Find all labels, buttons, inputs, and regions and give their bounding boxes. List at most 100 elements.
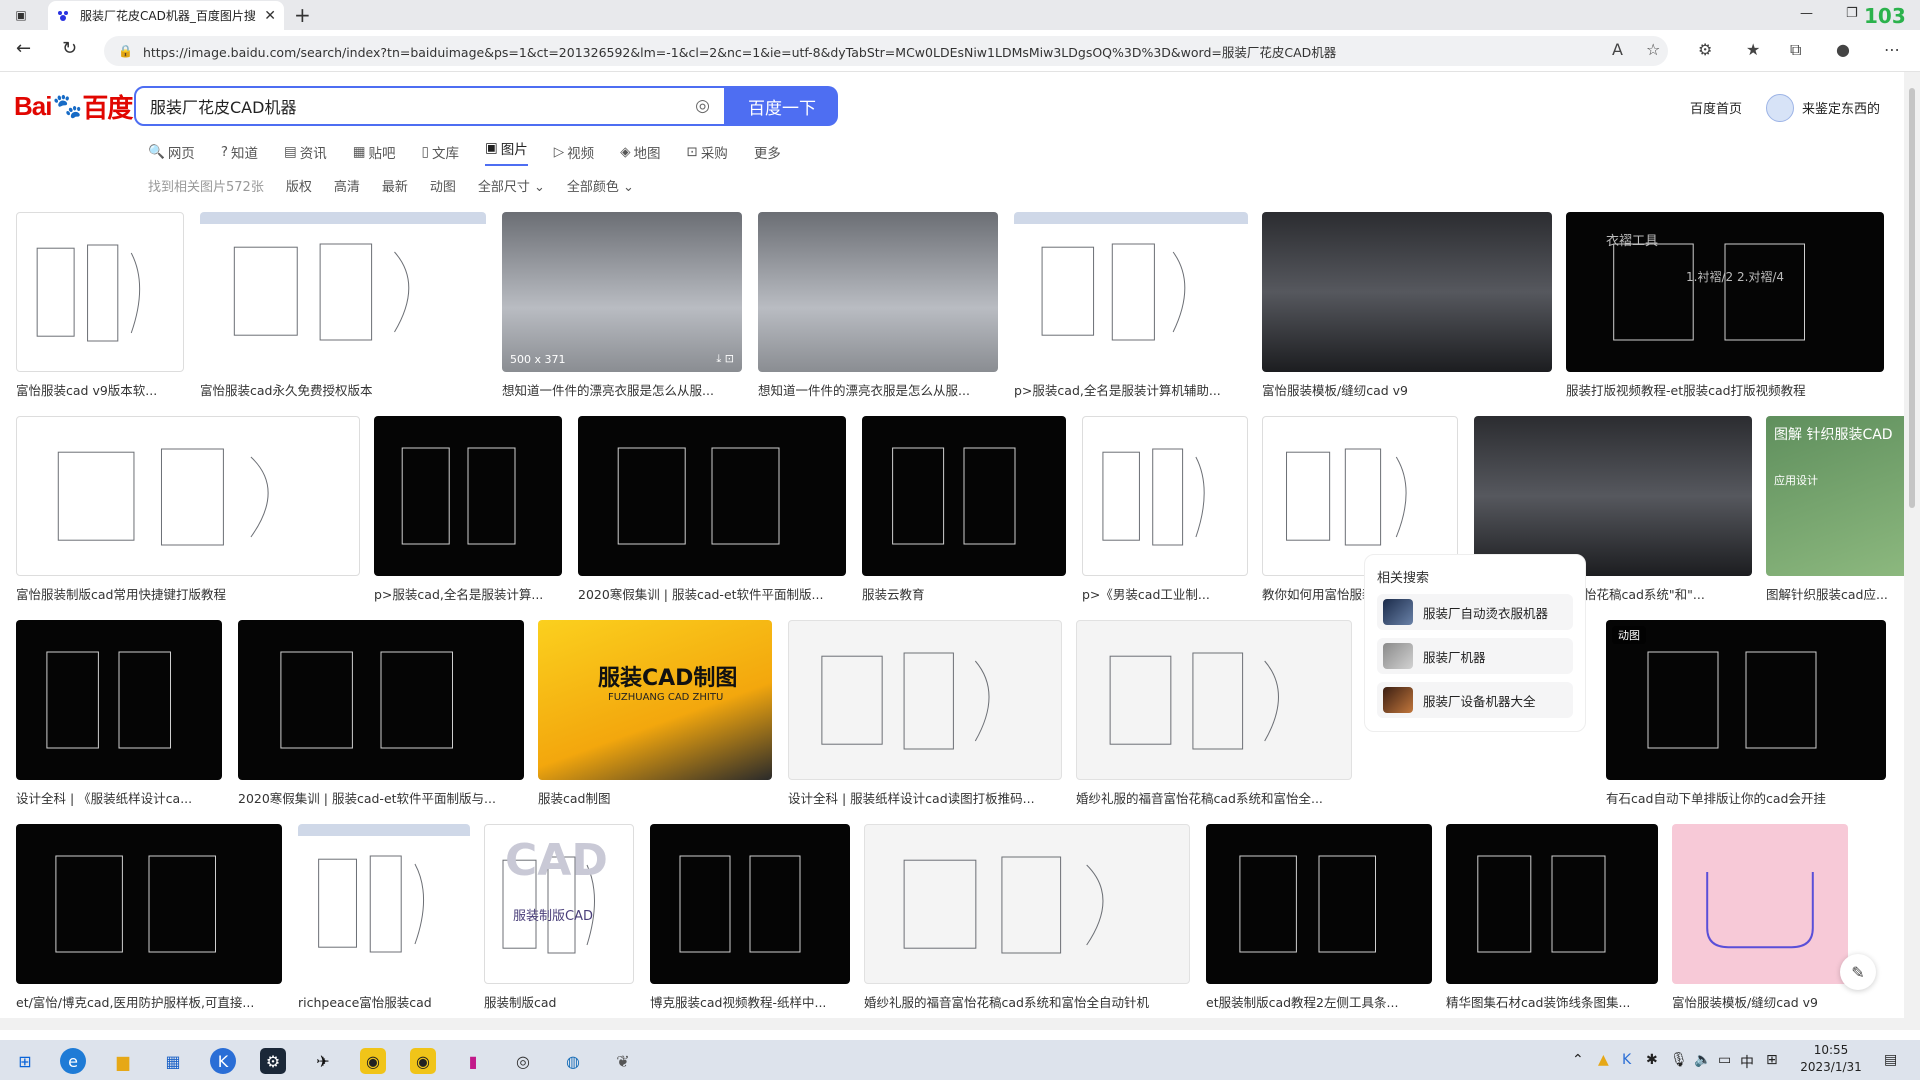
result-caption[interactable]: 设计全科 | 服装纸样设计cad读图打板推码... xyxy=(788,788,1062,807)
result-thumbnail[interactable] xyxy=(1206,824,1432,984)
result-thumbnail[interactable]: CAD 服装制版CAD xyxy=(484,824,634,984)
favorites-icon[interactable]: ★ xyxy=(1746,40,1760,59)
volume-icon[interactable]: 🔈 xyxy=(1694,1052,1711,1068)
result-card[interactable]: 服装云教育 xyxy=(862,416,1066,603)
obs-icon[interactable]: ◎ xyxy=(510,1048,536,1074)
tab-zhidao[interactable]: ? 知道 xyxy=(221,138,258,166)
result-caption[interactable]: 服装制版cad xyxy=(484,992,634,1011)
result-thumbnail[interactable] xyxy=(238,620,524,780)
tray-app-icon[interactable]: ▲ xyxy=(1598,1052,1609,1068)
result-thumbnail[interactable] xyxy=(1262,416,1458,576)
filter-copyright[interactable]: 版权 xyxy=(286,176,312,195)
result-thumbnail[interactable] xyxy=(758,212,998,372)
result-thumbnail[interactable] xyxy=(16,212,184,372)
result-caption[interactable]: 富怡服装cad v9版本软... xyxy=(16,380,184,399)
result-thumbnail[interactable] xyxy=(1672,824,1848,984)
keyboard-icon[interactable]: ⊞ xyxy=(1766,1052,1778,1068)
horizontal-scrollbar[interactable] xyxy=(0,1018,1904,1030)
filter-latest[interactable]: 最新 xyxy=(382,176,408,195)
result-card[interactable]: 2020寒假集训 | 服装cad-et软件平面制版... xyxy=(578,416,846,603)
download-icon[interactable]: ⤓ ⊡ xyxy=(716,352,734,366)
vertical-scrollbar[interactable] xyxy=(1904,72,1920,1030)
start-icon[interactable]: ⊞ xyxy=(12,1048,38,1074)
result-caption[interactable]: 想知道一件件的漂亮衣服是怎么从服... xyxy=(502,380,742,399)
search-input[interactable]: 服装厂花皮CAD机器 ◎ xyxy=(134,86,726,126)
result-caption[interactable]: 精华图集石材cad装饰线条图集... xyxy=(1446,992,1658,1011)
result-card[interactable]: 图解 针织服装CAD 应用设计图解针织服装cad应... xyxy=(1766,416,1904,603)
tab-images[interactable]: ▣ 图片 xyxy=(484,138,528,166)
extensions-icon[interactable]: ⚙ xyxy=(1698,40,1712,59)
result-card[interactable]: 2020寒假集训 | 服装cad-et软件平面制版与... xyxy=(238,620,524,807)
tab-wenku[interactable]: ▯ 文库 xyxy=(422,138,459,166)
result-caption[interactable]: p>服装cad,全名是服装计算... xyxy=(374,584,562,603)
camera-icon[interactable]: ◎ xyxy=(695,96,710,116)
result-card[interactable]: CAD 服装制版CAD 服装制版cad xyxy=(484,824,634,1011)
mail-icon[interactable]: ✈ xyxy=(310,1048,336,1074)
avatar[interactable] xyxy=(1766,94,1794,122)
result-caption[interactable]: richpeace富怡服装cad xyxy=(298,992,470,1011)
clock[interactable]: 10:55 2023/1/31 xyxy=(1786,1042,1876,1076)
result-thumbnail[interactable] xyxy=(788,620,1062,780)
result-card[interactable]: 富怡服装模板/缝纫cad v9 xyxy=(1262,212,1552,399)
result-card[interactable]: 设计全科 | 服装纸样设计cad读图打板推码... xyxy=(788,620,1062,807)
tab-actions-icon[interactable]: ▣ xyxy=(10,4,32,26)
result-card[interactable]: 衣褶工具 1.衬褶/2 2.对褶/4 服装打版视频教程-et服装cad打版视频教程 xyxy=(1566,212,1884,399)
result-caption[interactable]: 服装云教育 xyxy=(862,584,1066,603)
result-caption[interactable]: 服装打版视频教程-et服装cad打版视频教程 xyxy=(1566,380,1884,399)
result-card[interactable]: 想知道一件件的漂亮衣服是怎么从服... xyxy=(758,212,998,399)
filter-animated[interactable]: 动图 xyxy=(430,176,456,195)
related-item[interactable]: 服装厂自动烫衣服机器 xyxy=(1377,594,1573,630)
result-thumbnail[interactable]: 动图 xyxy=(1606,620,1886,780)
result-thumbnail[interactable]: 500 x 371 ⤓ ⊡ xyxy=(502,212,742,372)
owl-app-icon[interactable]: ◉ xyxy=(360,1048,386,1074)
baidu-logo[interactable]: Bai 🐾 百度 xyxy=(14,88,133,124)
menu-icon[interactable]: ⋯ xyxy=(1884,40,1900,59)
refresh-icon[interactable]: ↻ xyxy=(62,38,77,59)
ime-indicator[interactable]: 中 xyxy=(1740,1052,1754,1072)
filter-hd[interactable]: 高清 xyxy=(334,176,360,195)
microphone-icon[interactable]: 🎙 xyxy=(1670,1052,1688,1068)
result-card[interactable]: p>服装cad,全名是服装计算机辅助... xyxy=(1014,212,1248,399)
result-thumbnail[interactable] xyxy=(650,824,850,984)
result-card[interactable]: 富怡服装cad永久免费授权版本 xyxy=(200,212,486,399)
minimize-icon[interactable]: — xyxy=(1800,6,1813,21)
filter-color-dropdown[interactable]: 全部颜色 ⌄ xyxy=(567,176,634,195)
result-caption[interactable]: et服装制版cad教程2左侧工具条... xyxy=(1206,992,1432,1011)
result-caption[interactable]: 富怡服装模板/缝纫cad v9 xyxy=(1672,992,1848,1011)
tab-close-icon[interactable]: ✕ xyxy=(264,8,276,24)
onenote-icon[interactable]: ▮ xyxy=(460,1048,486,1074)
tab-tieba[interactable]: ▦ 贴吧 xyxy=(353,138,396,166)
result-thumbnail[interactable] xyxy=(1014,212,1248,372)
result-caption[interactable]: 2020寒假集训 | 服装cad-et软件平面制版与... xyxy=(238,788,524,807)
store-icon[interactable]: ▦ xyxy=(160,1048,186,1074)
tab-map[interactable]: ◈ 地图 xyxy=(620,138,660,166)
result-caption[interactable]: 设计全科 | 《服装纸样设计ca... xyxy=(16,788,222,807)
result-card[interactable]: p>《男装cad工业制... xyxy=(1082,416,1248,603)
result-card[interactable]: et/富怡/博克cad,医用防护服样板,可直接... xyxy=(16,824,282,1011)
result-card[interactable]: 婚纱礼服的福音富怡花稿cad系统和富怡全... xyxy=(1076,620,1352,807)
result-card[interactable]: 婚纱礼服的福音富怡花稿cad系统和富怡全自动针机 xyxy=(864,824,1190,1011)
result-thumbnail[interactable] xyxy=(200,212,486,372)
result-thumbnail[interactable] xyxy=(16,416,360,576)
search-button[interactable]: 百度一下 xyxy=(726,86,838,126)
result-thumbnail[interactable]: 衣褶工具 1.衬褶/2 2.对褶/4 xyxy=(1566,212,1884,372)
result-caption[interactable]: p>《男装cad工业制... xyxy=(1082,584,1248,603)
notification-icon[interactable]: ▤ xyxy=(1884,1052,1897,1068)
result-thumbnail[interactable] xyxy=(1076,620,1352,780)
result-card[interactable]: p>服装cad,全名是服装计算... xyxy=(374,416,562,603)
result-card[interactable]: et服装制版cad教程2左侧工具条... xyxy=(1206,824,1432,1011)
scroll-thumb[interactable] xyxy=(1909,88,1915,508)
read-aloud-icon[interactable]: A xyxy=(1612,40,1623,59)
chevron-up-icon[interactable]: ⌃ xyxy=(1572,1052,1584,1068)
result-caption[interactable]: 服装cad制图 xyxy=(538,788,772,807)
result-caption[interactable]: 图解针织服装cad应... xyxy=(1766,584,1904,603)
profile-icon[interactable]: ● xyxy=(1836,40,1850,59)
result-card[interactable]: 500 x 371 ⤓ ⊡ 想知道一件件的漂亮衣服是怎么从服... xyxy=(502,212,742,399)
result-thumbnail[interactable] xyxy=(374,416,562,576)
result-thumbnail[interactable]: 图解 针织服装CAD 应用设计 xyxy=(1766,416,1904,576)
result-caption[interactable]: 婚纱礼服的福音富怡花稿cad系统和富怡全自动针机 xyxy=(864,992,1190,1011)
result-card[interactable]: 服装CAD制图 FUZHUANG CAD ZHITU 服装cad制图 xyxy=(538,620,772,807)
result-thumbnail[interactable] xyxy=(16,620,222,780)
result-card[interactable]: richpeace富怡服装cad xyxy=(298,824,470,1011)
result-caption[interactable]: 想知道一件件的漂亮衣服是怎么从服... xyxy=(758,380,998,399)
